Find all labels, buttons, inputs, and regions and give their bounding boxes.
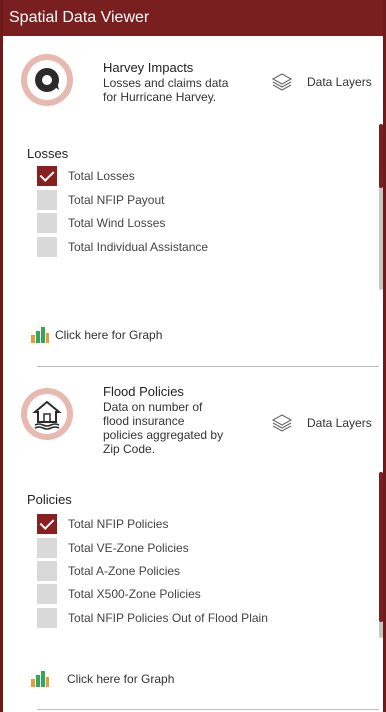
card-logo xyxy=(21,54,73,106)
house-flood-icon xyxy=(32,400,62,430)
checkbox[interactable] xyxy=(37,166,57,186)
section-title: Policies xyxy=(27,492,72,507)
app-frame: Spatial Data Viewer Harvey Impacts Losse… xyxy=(0,0,386,712)
layer-option-total-a-zone-policies[interactable]: Total A-Zone Policies xyxy=(37,561,180,581)
data-layers-label: Data Layers xyxy=(307,416,372,430)
card-logo xyxy=(21,388,73,440)
card-description-line: Losses and claims data xyxy=(103,76,229,90)
layer-option-total-nfip-policies-out-of-flood-plain[interactable]: Total NFIP Policies Out of Flood Plain xyxy=(37,608,268,628)
checkbox[interactable] xyxy=(37,213,57,233)
data-layers-button[interactable]: Data Layers xyxy=(271,412,372,434)
card-description-line: Zip Code. xyxy=(103,442,156,456)
layer-option-total-losses[interactable]: Total Losses xyxy=(37,166,135,186)
option-label: Total NFIP Payout xyxy=(68,193,165,207)
option-label: Total Individual Assistance xyxy=(68,240,209,254)
layers-icon xyxy=(271,414,293,432)
option-label: Total VE-Zone Policies xyxy=(68,541,189,555)
card-title: Flood Policies xyxy=(103,384,184,399)
app-title: Spatial Data Viewer xyxy=(3,0,383,36)
layers-icon xyxy=(271,73,293,91)
checkbox[interactable] xyxy=(37,514,57,534)
card-description-line: for Hurricane Harvey. xyxy=(103,90,217,104)
layer-option-total-x500-zone-policies[interactable]: Total X500-Zone Policies xyxy=(37,584,201,604)
divider xyxy=(37,366,379,367)
layer-option-total-individual-assistance[interactable]: Total Individual Assistance xyxy=(37,237,208,257)
checkbox[interactable] xyxy=(37,584,57,604)
option-label: Total NFIP Policies Out of Flood Plain xyxy=(68,611,268,625)
layer-option-total-wind-losses[interactable]: Total Wind Losses xyxy=(37,213,165,233)
scrollbar[interactable] xyxy=(379,124,383,290)
graph-link-label: Click here for Graph xyxy=(67,672,175,686)
graph-link[interactable]: Click here for Graph xyxy=(31,669,174,689)
layer-option-total-nfip-payout[interactable]: Total NFIP Payout xyxy=(37,190,165,210)
divider xyxy=(37,709,379,710)
checkbox[interactable] xyxy=(37,237,57,257)
scrollbar[interactable] xyxy=(379,472,383,638)
option-label: Total Losses xyxy=(68,169,135,183)
option-label: Total Wind Losses xyxy=(68,216,166,230)
graph-link[interactable]: Click here for Graph xyxy=(31,325,162,345)
layer-option-total-ve-zone-policies[interactable]: Total VE-Zone Policies xyxy=(37,538,189,558)
card-description-line: flood insurance xyxy=(103,414,185,428)
card-description-line: Data on number of xyxy=(103,400,203,414)
scrollbar-thumb[interactable] xyxy=(379,124,383,188)
graph-link-label: Click here for Graph xyxy=(55,328,163,342)
checkbox[interactable] xyxy=(37,561,57,581)
card-title: Harvey Impacts xyxy=(103,60,194,75)
option-label: Total NFIP Policies xyxy=(68,517,169,531)
layer-option-total-nfip-policies[interactable]: Total NFIP Policies xyxy=(37,514,168,534)
bar-chart-icon xyxy=(31,327,49,343)
data-layers-label: Data Layers xyxy=(307,75,372,89)
checkbox[interactable] xyxy=(37,190,57,210)
data-layers-button[interactable]: Data Layers xyxy=(271,71,372,93)
hurricane-icon xyxy=(35,68,59,92)
option-label: Total X500-Zone Policies xyxy=(68,587,201,601)
checkbox[interactable] xyxy=(37,608,57,628)
checkbox[interactable] xyxy=(37,538,57,558)
card-description-line: policies aggregated by xyxy=(103,428,224,442)
option-label: Total A-Zone Policies xyxy=(68,564,181,578)
section-title: Losses xyxy=(27,146,69,161)
scrollbar-thumb[interactable] xyxy=(379,472,383,622)
bar-chart-icon xyxy=(31,671,49,687)
